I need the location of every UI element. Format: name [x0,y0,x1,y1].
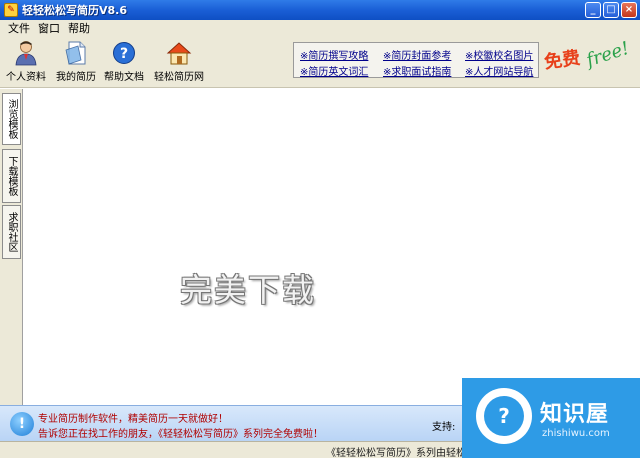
personal-info-button[interactable]: 个人资料 [6,40,46,83]
close-button[interactable]: × [621,2,637,18]
brand-url: zhishiwu.com [542,428,610,439]
brand-logo-icon: ? [476,388,532,444]
free-badge: 免费 free! [542,37,634,84]
content-area: 完美下载 [23,89,640,405]
window-controls: _ □ × [585,2,637,18]
link-writing-tips[interactable]: ※简历撰写攻略 [300,47,368,62]
brand-name: 知识屋 [540,402,610,427]
help-icon: ? [111,40,137,66]
help-docs-label: 帮助文档 [104,72,144,83]
my-resume-button[interactable]: 我的简历 [56,40,96,83]
minimize-button[interactable]: _ [585,2,601,18]
tab-download-templates[interactable]: 下载模板 [2,149,21,203]
tab-job-community[interactable]: 求职社区 [2,205,21,259]
support-label: 支持: [432,422,456,433]
quick-links-panel: ※简历撰写攻略 ※简历封面参考 ※校徽校名图片 ※简历英文词汇 ※求职面试指南 … [293,42,539,78]
easy-resume-site-label: 轻松简历网 [154,72,204,83]
menu-file[interactable]: 文件 [6,20,32,36]
my-resume-label: 我的简历 [56,72,96,83]
link-school-badges[interactable]: ※校徽校名图片 [465,47,533,62]
easy-resume-site-button[interactable]: 轻松简历网 [154,40,204,83]
document-icon [63,40,89,66]
info-bubble-icon: ! [10,412,34,436]
link-job-sites[interactable]: ※人才网站导航 [465,63,533,78]
side-tab-strip: 浏览模板 下载模板 求职社区 [0,89,23,405]
link-cover-reference[interactable]: ※简历封面参考 [383,47,451,62]
tab-browse-templates[interactable]: 浏览模板 [2,93,21,145]
window-title: 轻轻松松写简历V8.6 [22,4,127,17]
app-icon: ✎ [4,3,18,17]
title-bar: ✎ 轻轻松松写简历V8.6 _ □ × [0,0,640,20]
watermark-text: 完美下载 [180,271,317,309]
tab-download-templates-label: 下载模板 [6,156,17,196]
svg-text:?: ? [120,46,128,62]
menu-bar: 文件 窗口 帮助 [0,20,640,36]
home-icon [166,40,192,66]
person-icon [13,40,39,66]
brand-overlay: ? 知识屋 zhishiwu.com [462,378,640,458]
personal-info-label: 个人资料 [6,72,46,83]
tab-browse-templates-label: 浏览模板 [6,99,17,139]
info-line-1: 专业简历制作软件，精美简历一天就做好！ [38,414,228,425]
help-docs-button[interactable]: ? 帮助文档 [104,40,144,83]
link-english-vocab[interactable]: ※简历英文词汇 [300,63,368,78]
free-badge-en: free! [583,37,632,72]
link-interview-guide[interactable]: ※求职面试指南 [383,63,451,78]
menu-window[interactable]: 窗口 [36,20,62,36]
menu-help[interactable]: 帮助 [66,20,92,36]
info-line-2: 告诉您正在找工作的朋友，《轻轻松松写简历》系列完全免费啦！ [38,429,323,440]
free-badge-cn: 免费 [542,47,582,74]
tab-job-community-label: 求职社区 [6,212,17,252]
maximize-button[interactable]: □ [603,2,619,18]
